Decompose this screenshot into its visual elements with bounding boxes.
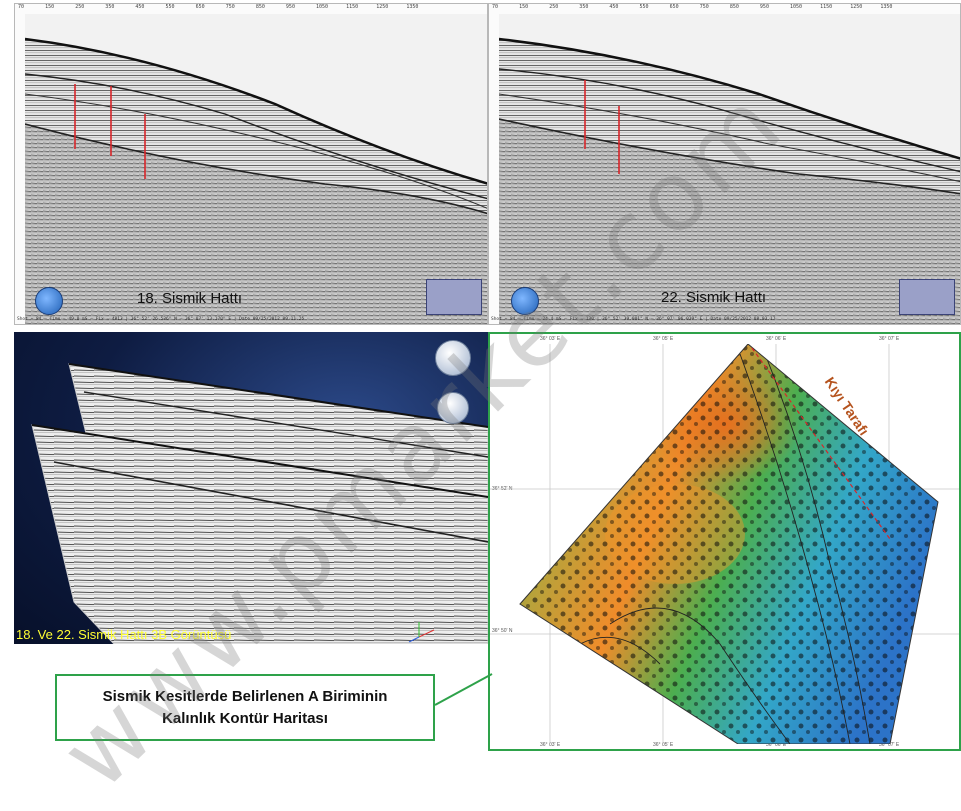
- status-readout: Shot = 84 – Time = 24.4 mS – Fix = 130 |…: [491, 317, 776, 322]
- 3d-viewer[interactable]: 18. Ve 22. Sismik Hattı 3B Görüntüsü: [14, 332, 488, 644]
- contour-map[interactable]: [490, 344, 959, 744]
- compass-icon[interactable]: [35, 287, 63, 315]
- seismic-caption: 18. Sismik Hattı: [137, 290, 243, 307]
- seismic-section: [25, 14, 487, 324]
- top-tick-label: 36° 06' E: [766, 336, 787, 342]
- compass-icon[interactable]: [511, 287, 539, 315]
- callout-line-2: Kalınlık Kontür Haritası: [162, 709, 328, 727]
- map-description-callout: Sismik Kesitlerde Belirlenen A Biriminin…: [55, 674, 435, 741]
- seismic-panel-line-22: 70 150 250 350 450 550 650 750 850 950 1…: [488, 3, 961, 325]
- pan-navigation-icon[interactable]: [437, 392, 469, 424]
- seismic-section: [499, 14, 960, 324]
- overview-thumbnail[interactable]: [899, 279, 955, 315]
- seismic-panel-line-18: 70 150 250 350 450 550 650 750 850 950 1…: [14, 3, 488, 325]
- top-tick-label: 36° 03' E: [540, 336, 561, 342]
- seismic-caption: 22. Sismik Hattı: [661, 289, 767, 306]
- 3d-seismic-planes: [31, 363, 488, 644]
- orbit-navigation-icon[interactable]: [435, 340, 471, 376]
- callout-line-1: Sismik Kesitlerde Belirlenen A Biriminin: [102, 687, 388, 705]
- top-tick-label: 36° 05' E: [653, 336, 674, 342]
- top-tick-label: 36° 07' E: [879, 336, 900, 342]
- overview-thumbnail[interactable]: [426, 279, 482, 315]
- thickness-contour-map-panel: 36° 03' E 36° 05' E 36° 06' E 36° 07' E …: [488, 332, 961, 751]
- status-readout: Shot = 84 – Time = 49.8 mS – Fix = 4813 …: [17, 317, 305, 322]
- 3d-view-caption: 18. Ve 22. Sismik Hattı 3B Görüntüsü: [16, 627, 232, 642]
